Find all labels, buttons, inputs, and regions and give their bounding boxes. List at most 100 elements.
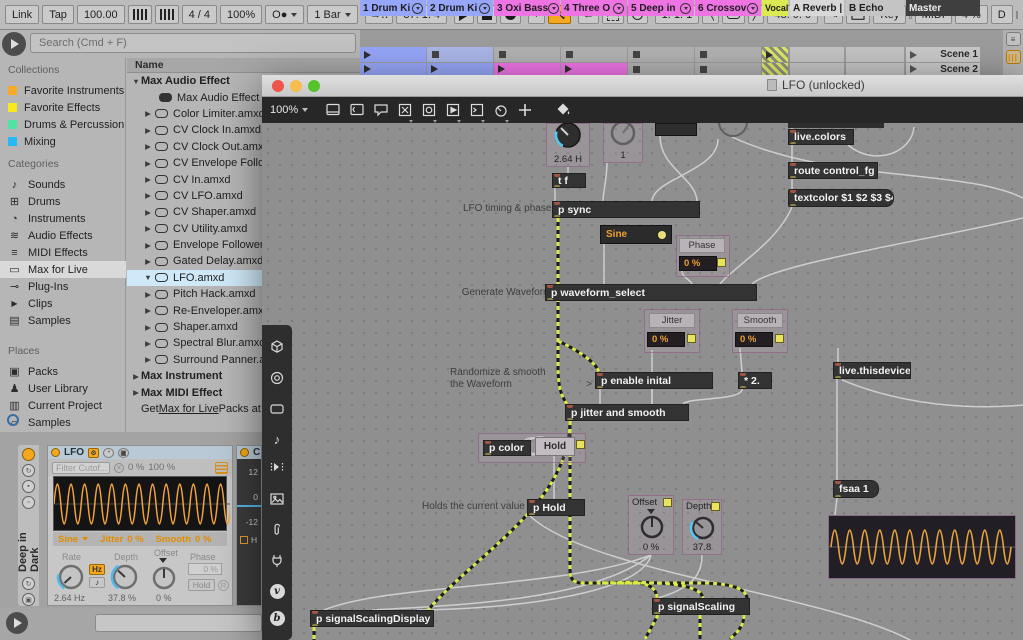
package-icon[interactable] — [269, 339, 285, 358]
comment-waveform[interactable]: Generate Waveform > — [450, 287, 560, 299]
comment-timing[interactable]: LFO timing & phase > — [450, 203, 560, 215]
neighbor-title-bar[interactable]: C — [237, 446, 261, 459]
preview-button[interactable] — [6, 612, 28, 634]
tap-tempo-button[interactable]: Tap — [42, 5, 74, 24]
master-track-header[interactable]: Master — [906, 0, 980, 16]
clip-stop-icon[interactable] — [700, 65, 707, 73]
vizzie-icon[interactable]: v — [269, 583, 285, 599]
clip-slot[interactable] — [790, 47, 844, 62]
clip-slot[interactable] — [628, 63, 694, 75]
set-button[interactable] — [717, 258, 726, 267]
clip-play-icon[interactable] — [364, 50, 371, 59]
clip-slot[interactable] — [846, 47, 904, 62]
nudge-up-button[interactable] — [154, 5, 179, 24]
route-object[interactable]: route control_fg — [788, 162, 878, 179]
phase-value[interactable]: 0 % — [203, 564, 218, 574]
sync-mode-button[interactable]: ♪ — [89, 577, 105, 588]
hold-button[interactable]: Hold — [188, 579, 215, 591]
p-color-object[interactable]: p color — [483, 440, 531, 456]
fold-arrow-icon[interactable]: ▶ — [143, 191, 153, 200]
times-two-object[interactable]: * 2. — [738, 372, 772, 389]
sidebar-item-clips[interactable]: ▶ Clips — [6, 295, 125, 312]
close-icon[interactable] — [272, 80, 284, 92]
device-icon[interactable] — [269, 401, 285, 420]
rate-dial-object[interactable]: 2.64 H — [546, 123, 590, 167]
clipped-dial-object[interactable] — [713, 123, 753, 139]
clip-slot[interactable] — [360, 47, 426, 62]
fold-arrow-icon[interactable]: ▶ — [143, 306, 153, 315]
refresh-icon[interactable]: ↻ — [22, 577, 35, 590]
fold-arrow-icon[interactable]: ▶ — [143, 257, 153, 266]
mapping-list-icon[interactable] — [215, 461, 228, 474]
track-fold-icon[interactable] — [548, 2, 560, 14]
offset-value[interactable]: 0 % — [156, 593, 172, 603]
live-thisdevice-object[interactable]: live.thisdevice — [833, 362, 911, 379]
fold-arrow-icon[interactable]: ▶ — [131, 372, 141, 381]
clip-slot[interactable] — [695, 63, 761, 75]
button-icon[interactable] — [420, 101, 438, 123]
dial-value[interactable]: 0 % — [629, 542, 673, 553]
clip-play-icon[interactable] — [565, 65, 572, 73]
hamburger-menu-icon[interactable]: ≡ — [1005, 32, 1021, 46]
tempo-field[interactable]: 100.00 — [76, 5, 125, 24]
hot-swap-button[interactable]: ◔ — [103, 447, 114, 458]
beap-icon[interactable]: b — [269, 610, 285, 626]
clip-slot[interactable] — [561, 47, 627, 62]
clip-slot[interactable] — [846, 63, 904, 75]
max-for-live-link[interactable]: Max for Live — [159, 403, 219, 415]
browser-collapse-button[interactable] — [2, 32, 26, 56]
offset-dial-object[interactable]: Offset 0 % — [628, 495, 674, 555]
map-target-button[interactable]: Filter Cutof... — [52, 461, 110, 474]
clip-slot[interactable] — [561, 63, 627, 75]
device-on-button[interactable] — [51, 448, 60, 457]
sidebar-item-audio-effects[interactable]: ≋ Audio Effects — [6, 227, 125, 244]
clip-slot[interactable] — [762, 63, 788, 75]
track-fold-icon[interactable] — [479, 2, 490, 14]
map-max-value[interactable]: 100 % — [148, 462, 175, 473]
rate-value[interactable]: 2.64 Hz — [54, 593, 85, 603]
jitter-number-box[interactable]: 0 % — [647, 332, 685, 347]
clip-stop-icon[interactable] — [432, 51, 439, 58]
fold-arrow-icon[interactable]: ▶ — [143, 339, 153, 348]
set-button[interactable] — [775, 334, 784, 343]
clipped-dial-object[interactable] — [655, 123, 697, 136]
clip-slot[interactable] — [494, 47, 560, 62]
sequence-icon[interactable] — [269, 459, 285, 478]
groove-amount-field[interactable]: 100% — [220, 5, 263, 24]
image-icon[interactable] — [269, 491, 285, 510]
toggle-icon[interactable] — [396, 101, 414, 123]
fold-arrow-icon[interactable]: ▶ — [143, 175, 153, 184]
clip-slot[interactable] — [790, 63, 844, 75]
track-header-5[interactable]: 5 Deep in — [628, 0, 694, 16]
set-button[interactable] — [663, 498, 672, 507]
playbar-icon[interactable] — [444, 101, 462, 123]
comment-randomize[interactable]: Randomize & smooth the Waveform > — [450, 367, 592, 391]
live-dial-icon[interactable] — [492, 101, 510, 123]
clip-slot[interactable] — [762, 47, 788, 62]
depth-dial-object[interactable]: Depth 37.8 — [682, 499, 722, 555]
clip-stop-icon[interactable] — [499, 51, 506, 58]
comment-hold[interactable]: Holds the current value > — [422, 501, 533, 513]
track-header-vocal[interactable]: Vocal — [762, 0, 788, 16]
search-input[interactable] — [30, 33, 356, 53]
p-signalscaling-object[interactable]: p signalScaling — [652, 598, 750, 615]
quantization-menu[interactable]: 1 Bar — [307, 5, 358, 24]
device-activator[interactable] — [22, 448, 35, 461]
format-palette-icon[interactable] — [554, 101, 572, 119]
sidebar-item-midi-effects[interactable]: ≡ MIDI Effects — [6, 244, 125, 261]
clip-slot[interactable] — [494, 63, 560, 75]
dial-value[interactable]: 37.8 — [683, 542, 721, 553]
p-jitter-and-smooth-object[interactable]: p jitter and smooth — [565, 404, 689, 421]
p-hold-object[interactable]: p Hold — [527, 499, 585, 516]
map-min-value[interactable]: 0 % — [128, 462, 144, 473]
fold-arrow-icon[interactable]: ▶ — [143, 142, 153, 151]
p-enable-object[interactable]: p enable inital — [595, 372, 713, 389]
zoom-level-menu[interactable]: 100% — [270, 104, 309, 116]
fold-arrow-icon[interactable]: ▶ — [143, 323, 153, 332]
nudge-down-button[interactable] — [127, 5, 152, 24]
midi-note-icon[interactable]: ♪ — [274, 432, 281, 447]
zoom-window-icon[interactable] — [308, 80, 320, 92]
jitter-value[interactable]: 0 % — [127, 534, 143, 545]
add-object-icon[interactable] — [516, 101, 534, 119]
live-colors-object[interactable]: live.colors — [788, 129, 854, 145]
